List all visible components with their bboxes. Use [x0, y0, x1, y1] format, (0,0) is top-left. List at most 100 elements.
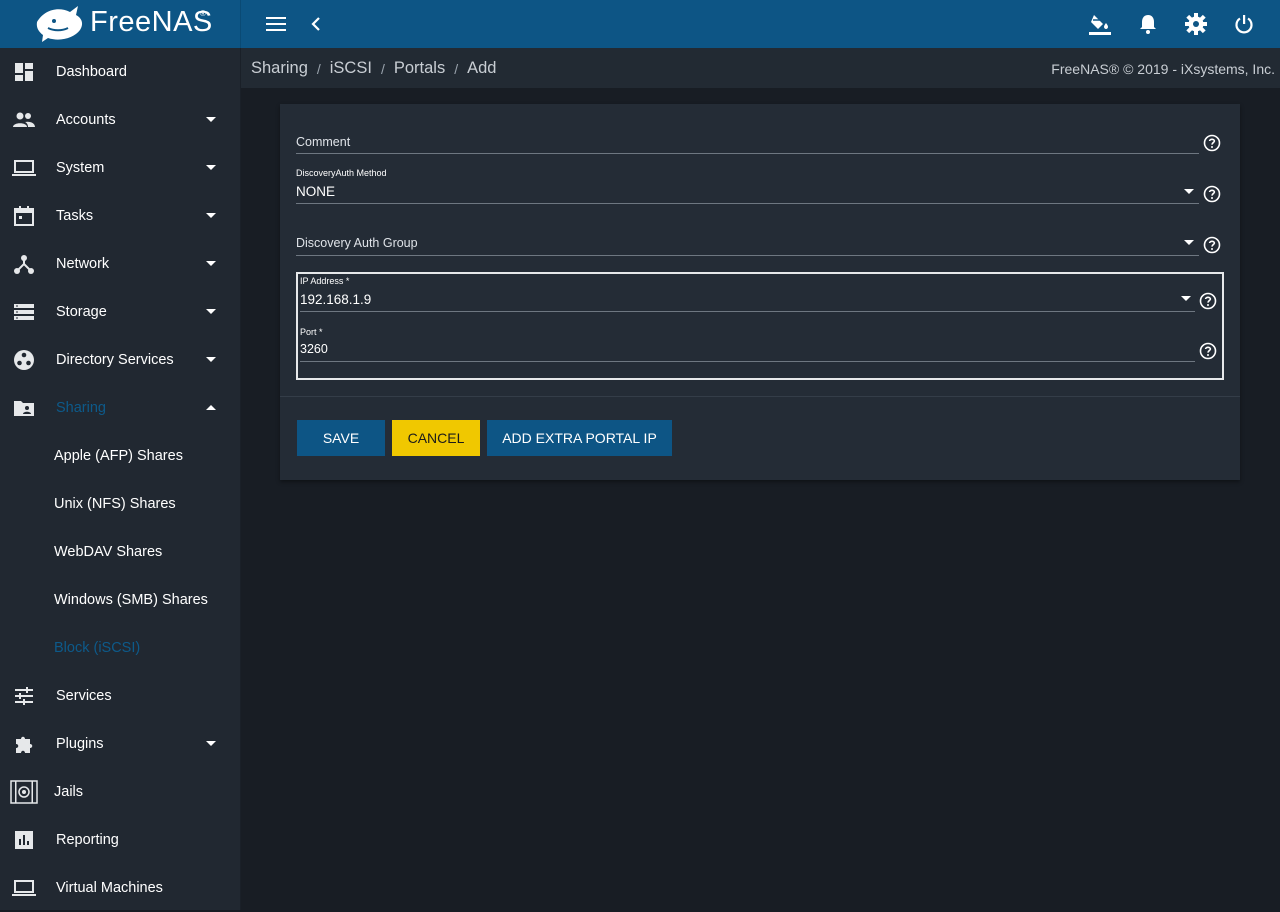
sidebar-item-jails[interactable]: Jails	[0, 768, 240, 816]
system-laptop-icon	[12, 160, 36, 176]
help-icon[interactable]	[1199, 342, 1217, 360]
sidebar-item-storage[interactable]: Storage	[0, 288, 240, 336]
sidebar-item-dashboard[interactable]: Dashboard	[0, 48, 240, 96]
sidebar-label: Accounts	[56, 112, 116, 128]
sidebar-label: Tasks	[56, 208, 94, 224]
sidebar-label: Virtual Machines	[56, 880, 163, 896]
comment-placeholder: Comment	[296, 135, 351, 149]
chevron-up-icon	[206, 405, 216, 410]
directory-icon	[14, 350, 34, 370]
dropdown-arrow-icon[interactable]	[1184, 240, 1194, 245]
help-icon[interactable]	[1203, 134, 1221, 152]
comment-field[interactable]: Comment	[296, 132, 1199, 156]
sidebar-item-reporting[interactable]: Reporting	[0, 816, 240, 864]
sidebar-item-plugins[interactable]: Plugins	[0, 720, 240, 768]
back-chevron-icon[interactable]	[304, 12, 328, 36]
menu-icon[interactable]	[264, 12, 288, 36]
breadcrumb-iscsi[interactable]: iSCSI	[330, 59, 372, 78]
ip-address-select[interactable]: IP Address * 192.168.1.9	[300, 276, 1195, 312]
theme-paint-icon[interactable]	[1088, 12, 1112, 36]
power-icon[interactable]	[1232, 12, 1256, 36]
discovery-auth-method-label: DiscoveryAuth Method	[296, 168, 387, 178]
sidebar-item-network[interactable]: Network	[0, 240, 240, 288]
chevron-down-icon	[206, 261, 216, 266]
reg-mark: ®	[200, 9, 206, 18]
sidebar-label: Unix (NFS) Shares	[54, 496, 176, 512]
save-button[interactable]: SAVE	[297, 420, 385, 456]
portal-ip-group: IP Address * 192.168.1.9 Port * 3260	[296, 272, 1224, 380]
sidebar-nav: Dashboard Accounts System Tasks Network …	[0, 48, 241, 910]
copyright-text: FreeNAS® © 2019 - iXsystems, Inc.	[1051, 61, 1275, 77]
cancel-button[interactable]: CANCEL	[392, 420, 480, 456]
dropdown-arrow-icon[interactable]	[1184, 189, 1194, 194]
help-icon[interactable]	[1199, 292, 1217, 310]
sidebar-label: Network	[56, 256, 110, 272]
dashboard-icon	[15, 63, 33, 81]
chevron-down-icon	[206, 165, 216, 170]
breadcrumb-bar: Sharing / iSCSI / Portals / Add FreeNAS®…	[241, 48, 1280, 88]
notifications-bell-icon[interactable]	[1136, 12, 1160, 36]
extension-puzzle-icon	[16, 736, 33, 753]
ip-address-underline	[300, 311, 1195, 312]
breadcrumb-add: Add	[467, 59, 497, 77]
help-icon[interactable]	[1203, 236, 1221, 254]
chevron-down-icon	[206, 741, 216, 746]
sidebar-item-tasks[interactable]: Tasks	[0, 192, 240, 240]
sidebar-item-virtual-machines[interactable]: Virtual Machines	[0, 864, 240, 912]
chevron-down-icon	[206, 213, 216, 218]
tune-icon	[15, 687, 33, 705]
sidebar-label: System	[56, 160, 105, 176]
discovery-auth-method-underline	[296, 203, 1199, 204]
sidebar-sub-iscsi[interactable]: Block (iSCSI)	[0, 624, 240, 672]
sidebar-sub-smb[interactable]: Windows (SMB) Shares	[0, 576, 240, 624]
discovery-auth-method-select[interactable]: DiscoveryAuth Method NONE	[296, 168, 1199, 204]
comment-underline	[296, 153, 1199, 154]
discovery-auth-group-underline	[296, 255, 1199, 256]
sidebar-item-services[interactable]: Services	[0, 672, 240, 720]
sidebar-label: Storage	[56, 304, 107, 320]
sidebar-sub-afp[interactable]: Apple (AFP) Shares	[0, 432, 240, 480]
network-icon	[14, 255, 34, 274]
top-toolbar: FreeNAS ®	[0, 0, 1280, 48]
sidebar-item-system[interactable]: System	[0, 144, 240, 192]
sidebar-label: Reporting	[56, 832, 119, 848]
ip-address-value: 192.168.1.9	[300, 292, 372, 307]
help-icon[interactable]	[1203, 185, 1221, 203]
sidebar-label: Plugins	[56, 736, 104, 752]
discovery-auth-group-placeholder: Discovery Auth Group	[296, 236, 418, 250]
chevron-down-icon	[206, 357, 216, 362]
sidebar-sub-nfs[interactable]: Unix (NFS) Shares	[0, 480, 240, 528]
add-extra-portal-ip-button[interactable]: ADD EXTRA PORTAL IP	[487, 420, 672, 456]
breadcrumb-sharing[interactable]: Sharing	[251, 59, 308, 78]
freenas-logo-icon	[36, 6, 83, 42]
sidebar-label: Sharing	[56, 400, 106, 416]
sidebar-label: WebDAV Shares	[54, 544, 163, 560]
sidebar-label: Apple (AFP) Shares	[54, 448, 183, 464]
sidebar-item-accounts[interactable]: Accounts	[0, 96, 240, 144]
breadcrumb-portals[interactable]: Portals	[394, 59, 445, 78]
breadcrumb-separator: /	[316, 61, 321, 77]
chevron-down-icon	[206, 309, 216, 314]
app-name: FreeNAS	[90, 6, 213, 38]
sidebar-label: Windows (SMB) Shares	[54, 592, 208, 608]
sidebar-item-sharing[interactable]: Sharing	[0, 384, 240, 432]
port-field[interactable]: Port * 3260	[300, 327, 1195, 362]
sidebar-item-directory-services[interactable]: Directory Services	[0, 336, 240, 384]
settings-gear-icon[interactable]	[1184, 12, 1208, 36]
form-divider	[280, 396, 1240, 397]
storage-icon	[14, 304, 34, 320]
dropdown-arrow-icon[interactable]	[1181, 296, 1191, 301]
jail-icon	[10, 780, 38, 804]
accounts-icon	[13, 112, 35, 127]
chevron-down-icon	[206, 117, 216, 122]
sidebar-label: Services	[56, 688, 112, 704]
sidebar-label: Dashboard	[56, 64, 127, 80]
sidebar-label: Block (iSCSI)	[54, 640, 141, 656]
sidebar-label: Directory Services	[56, 352, 174, 368]
discovery-auth-method-value: NONE	[296, 184, 336, 199]
bar-chart-icon	[15, 831, 33, 849]
port-label: Port *	[300, 327, 323, 337]
sidebar-sub-webdav[interactable]: WebDAV Shares	[0, 528, 240, 576]
logo-area: FreeNAS ®	[0, 0, 241, 48]
discovery-auth-group-select[interactable]: Discovery Auth Group	[296, 232, 1199, 256]
